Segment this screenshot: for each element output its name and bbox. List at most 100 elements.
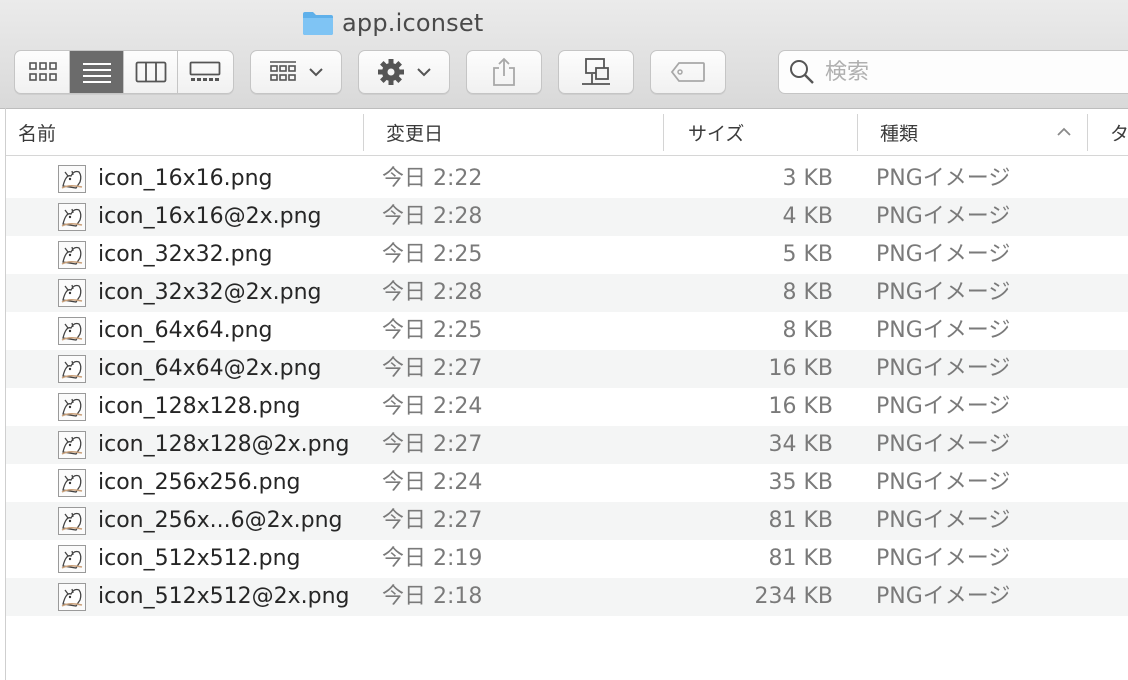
file-name: icon_256x256.png [98, 470, 301, 495]
file-size: 81 KB [768, 546, 833, 571]
file-size: 234 KB [754, 584, 833, 609]
file-row[interactable]: icon_128x128@2x.png 今日 2:27 34 KB PNGイメージ [6, 426, 1128, 464]
file-row[interactable]: icon_512x512@2x.png 今日 2:18 234 KB PNGイメージ [6, 578, 1128, 616]
file-row[interactable]: icon_512x512.png 今日 2:19 81 KB PNGイメージ [6, 540, 1128, 578]
file-name: icon_32x32.png [98, 242, 273, 267]
list-view-button[interactable] [70, 51, 124, 93]
file-size: 81 KB [768, 508, 833, 533]
file-date: 今日 2:28 [382, 280, 483, 305]
icon-view-icon [28, 62, 57, 81]
file-size: 35 KB [768, 470, 833, 495]
group-by-button[interactable] [250, 50, 342, 94]
file-kind: PNGイメージ [876, 394, 1011, 419]
file-date: 今日 2:22 [382, 166, 483, 191]
file-row[interactable]: icon_64x64.png 今日 2:25 8 KB PNGイメージ [6, 312, 1128, 350]
file-kind: PNGイメージ [876, 242, 1011, 267]
png-file-icon [58, 469, 86, 497]
file-row[interactable]: icon_256x...6@2x.png 今日 2:27 81 KB PNGイメージ [6, 502, 1128, 540]
png-file-icon [58, 431, 86, 459]
column-view-icon [135, 61, 166, 83]
file-name: icon_64x64.png [98, 318, 273, 343]
window-title: app.iconset [302, 8, 483, 38]
toolbar: app.iconset [0, 0, 1128, 109]
file-name: icon_32x32@2x.png [98, 280, 322, 305]
file-size: 34 KB [768, 432, 833, 457]
file-date: 今日 2:27 [382, 356, 483, 381]
file-date: 今日 2:28 [382, 204, 483, 229]
gallery-view-button[interactable] [178, 51, 232, 93]
file-row[interactable]: icon_16x16@2x.png 今日 2:28 4 KB PNGイメージ [6, 198, 1128, 236]
file-row[interactable]: icon_32x32@2x.png 今日 2:28 8 KB PNGイメージ [6, 274, 1128, 312]
column-divider[interactable] [363, 114, 364, 151]
group-by-icon [270, 61, 296, 81]
search-field[interactable] [778, 50, 1128, 94]
view-mode-control[interactable] [14, 50, 234, 94]
png-file-icon [58, 317, 86, 345]
file-name: icon_128x128.png [98, 394, 301, 419]
png-file-icon [58, 203, 86, 231]
file-name: icon_128x128@2x.png [98, 432, 350, 457]
file-size: 4 KB [782, 204, 833, 229]
file-kind: PNGイメージ [876, 546, 1011, 571]
column-view-button[interactable] [124, 51, 178, 93]
file-row[interactable]: icon_128x128.png 今日 2:24 16 KB PNGイメージ [6, 388, 1128, 426]
png-file-icon [58, 279, 86, 307]
file-date: 今日 2:27 [382, 508, 483, 533]
column-header: 名前 変更日 サイズ 種類 タ [6, 110, 1128, 156]
png-file-icon [58, 355, 86, 383]
file-kind: PNGイメージ [876, 508, 1011, 533]
empty-row [6, 616, 1128, 654]
file-size: 3 KB [782, 166, 833, 191]
file-name: icon_512x512.png [98, 546, 301, 571]
file-kind: PNGイメージ [876, 470, 1011, 495]
file-kind: PNGイメージ [876, 584, 1011, 609]
file-kind: PNGイメージ [876, 280, 1011, 305]
folder-icon [302, 10, 334, 36]
column-header-date[interactable]: 変更日 [386, 110, 443, 155]
file-list: icon_16x16.png 今日 2:22 3 KB PNGイメージ icon_16x… [6, 160, 1128, 654]
file-kind: PNGイメージ [876, 318, 1011, 343]
file-size: 5 KB [782, 242, 833, 267]
file-date: 今日 2:24 [382, 394, 483, 419]
icon-view-button[interactable] [16, 51, 70, 93]
column-header-kind[interactable]: 種類 [880, 110, 918, 155]
file-name: icon_16x16@2x.png [98, 204, 322, 229]
file-row[interactable]: icon_32x32.png 今日 2:25 5 KB PNGイメージ [6, 236, 1128, 274]
file-date: 今日 2:25 [382, 242, 483, 267]
tag-button[interactable] [650, 50, 726, 94]
file-row[interactable]: icon_16x16.png 今日 2:22 3 KB PNGイメージ [6, 160, 1128, 198]
file-kind: PNGイメージ [876, 204, 1011, 229]
file-size: 16 KB [768, 394, 833, 419]
png-file-icon [58, 507, 86, 535]
file-size: 8 KB [782, 318, 833, 343]
file-date: 今日 2:18 [382, 584, 483, 609]
column-header-size[interactable]: サイズ [688, 110, 744, 155]
file-row[interactable]: icon_64x64@2x.png 今日 2:27 16 KB PNGイメージ [6, 350, 1128, 388]
column-divider[interactable] [663, 114, 664, 151]
png-file-icon [58, 393, 86, 421]
file-row[interactable]: icon_256x256.png 今日 2:24 35 KB PNGイメージ [6, 464, 1128, 502]
sort-ascending-icon [1057, 127, 1071, 136]
file-name: icon_512x512@2x.png [98, 584, 350, 609]
png-file-icon [58, 165, 86, 193]
file-name: icon_16x16.png [98, 166, 273, 191]
file-size: 8 KB [782, 280, 833, 305]
file-size: 16 KB [768, 356, 833, 381]
gallery-view-icon [189, 61, 221, 81]
tag-icon [670, 62, 705, 82]
file-date: 今日 2:25 [382, 318, 483, 343]
file-date: 今日 2:19 [382, 546, 483, 571]
search-icon [790, 60, 814, 84]
search-input[interactable] [823, 58, 1127, 86]
file-name: icon_64x64@2x.png [98, 356, 322, 381]
action-button[interactable] [358, 50, 450, 94]
column-divider[interactable] [1087, 114, 1088, 151]
column-header-name[interactable]: 名前 [18, 110, 56, 155]
file-kind: PNGイメージ [876, 166, 1011, 191]
list-view-icon [82, 63, 111, 83]
png-file-icon [58, 545, 86, 573]
column-header-extra[interactable]: タ [1110, 110, 1128, 155]
connect-button[interactable] [558, 50, 634, 94]
column-divider[interactable] [857, 114, 858, 151]
share-button[interactable] [466, 50, 542, 94]
